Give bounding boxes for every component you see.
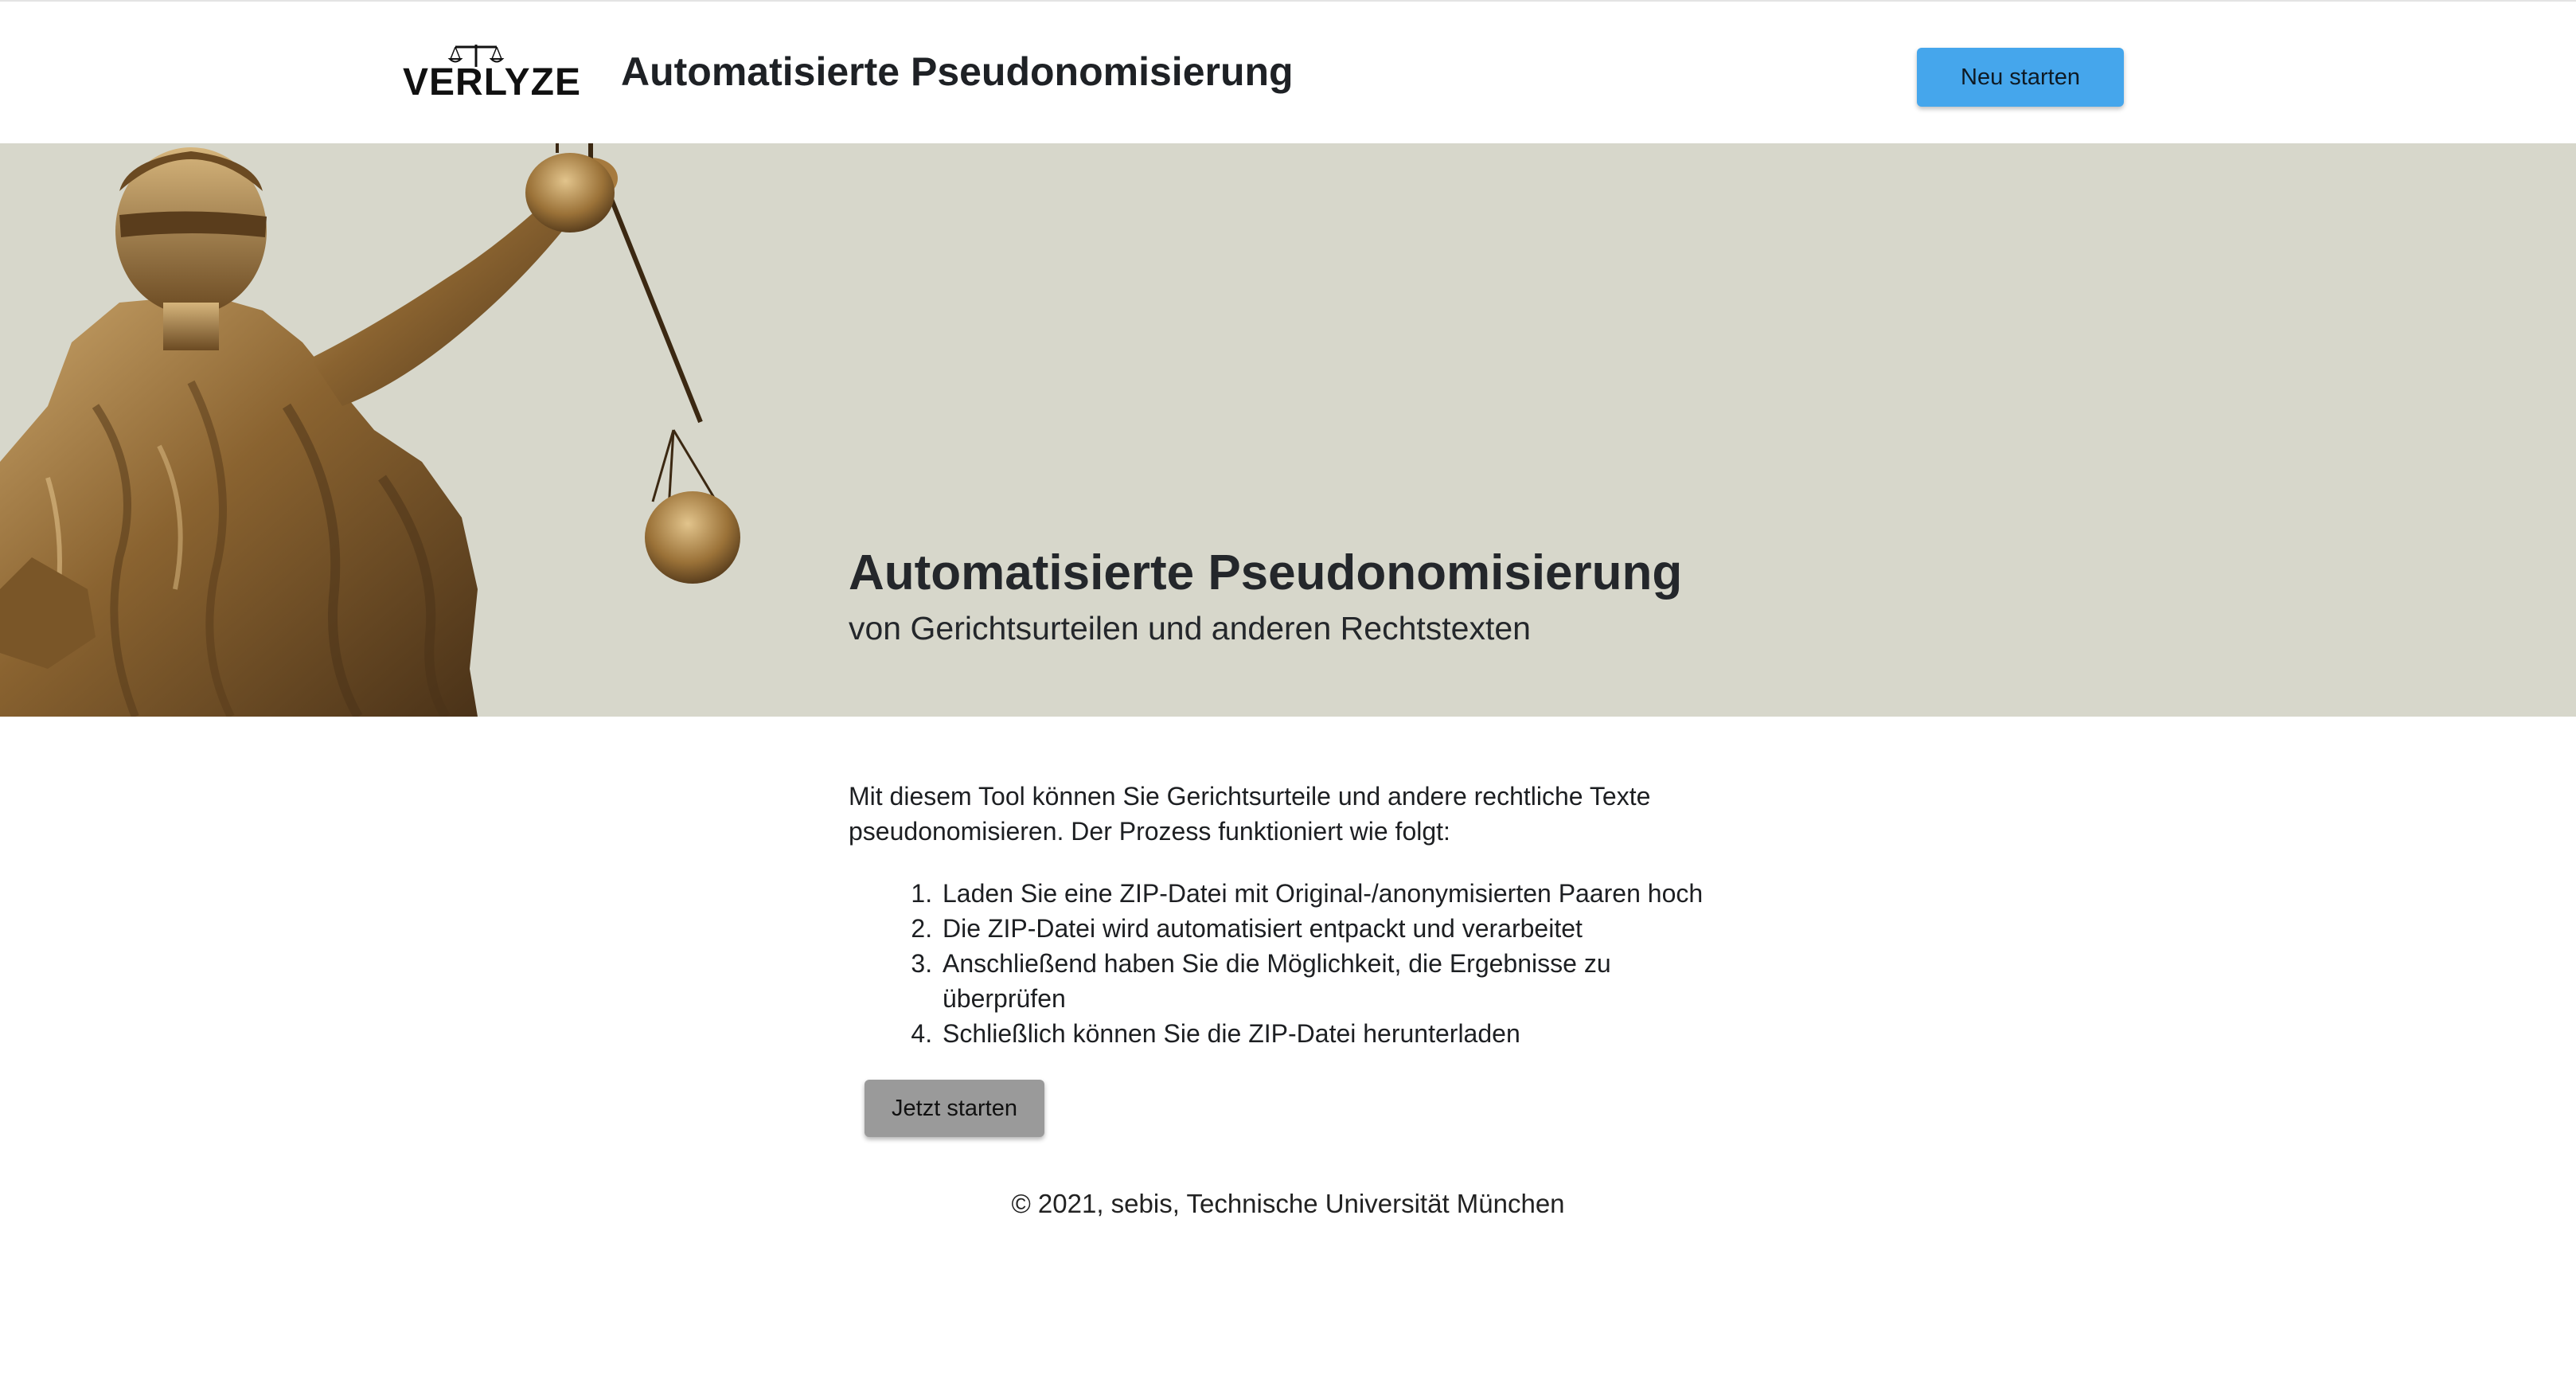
footer-copyright: © 2021, sebis, Technische Universität Mü… — [1011, 1189, 1565, 1218]
list-item: Laden Sie eine ZIP-Datei mit Original-/a… — [939, 876, 1740, 911]
restart-button[interactable]: Neu starten — [1917, 48, 2124, 107]
list-item: Die ZIP-Datei wird automatisiert entpack… — [939, 911, 1740, 946]
app-header: VERLYZE Automatisierte Pseudonomisierung… — [0, 2, 2576, 143]
steps-list: Laden Sie eine ZIP-Datei mit Original-/a… — [849, 876, 1740, 1051]
start-button[interactable]: Jetzt starten — [865, 1080, 1044, 1137]
hero-subtitle: von Gerichtsurteilen und anderen Rechtst… — [849, 610, 1531, 647]
list-item: Schließlich können Sie die ZIP-Datei her… — [939, 1016, 1740, 1051]
justitia-statue-image — [0, 143, 740, 717]
verlyze-logo[interactable]: VERLYZE — [403, 43, 580, 104]
intro-text: Mit diesem Tool können Sie Gerichtsurtei… — [849, 782, 1651, 846]
list-item: Anschließend haben Sie die Möglichkeit, … — [939, 946, 1740, 1016]
logo-text: VERLYZE — [403, 61, 581, 104]
hero-banner: Automatisierte Pseudonomisierung von Ger… — [0, 143, 2576, 717]
header-title: Automatisierte Pseudonomisierung — [621, 49, 1294, 94]
hero-title: Automatisierte Pseudonomisierung — [849, 545, 1683, 600]
